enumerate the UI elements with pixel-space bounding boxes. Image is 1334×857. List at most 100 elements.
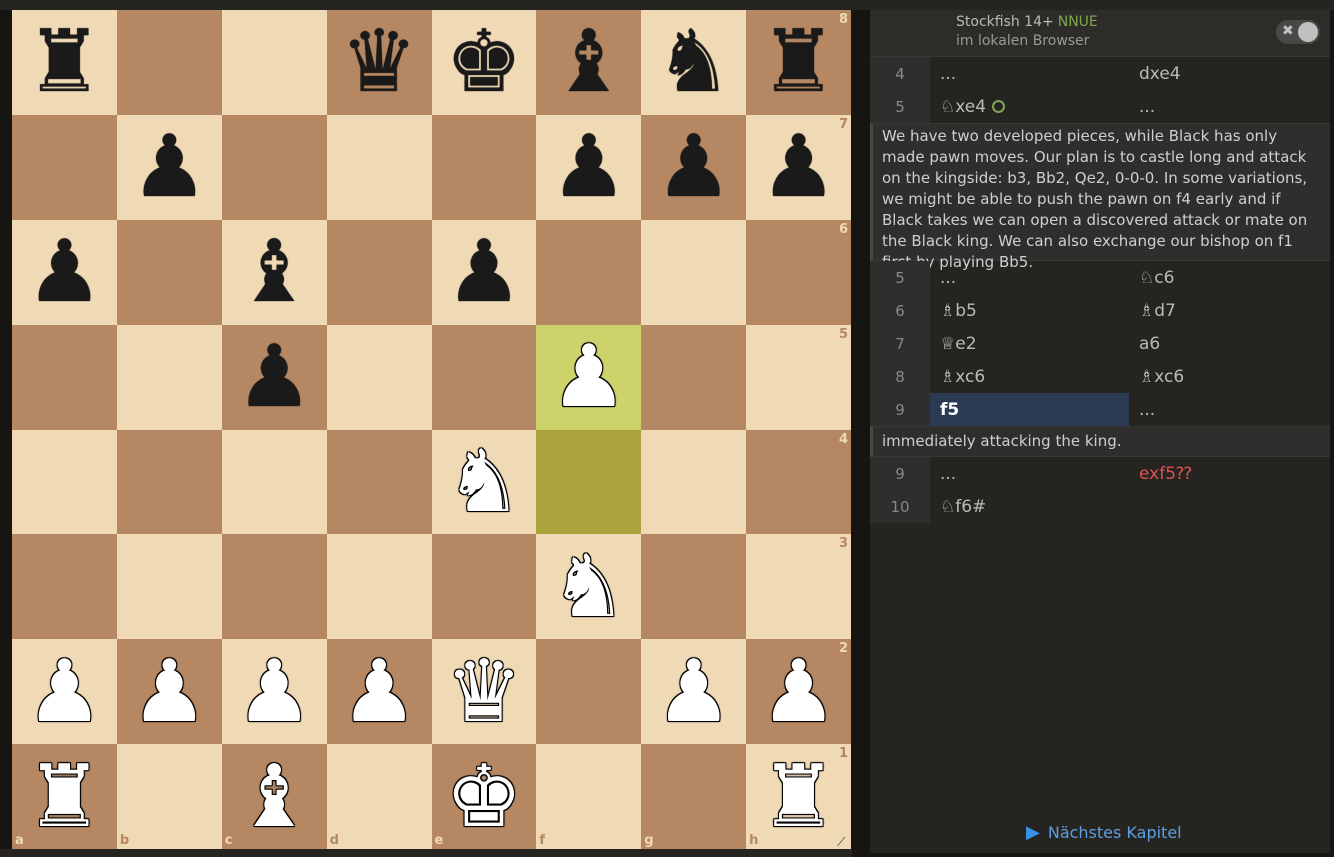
black-knight-icon[interactable]: ♞: [641, 10, 746, 115]
chess-board[interactable]: ♜ ♛ ♚ ♝ ♞ ♜ 8 ♟ ♟ ♟ ♟ 7 ♟ ♝ ♟ 6 ♟ ♟ 5 ♞ 4 ♞ 3 ♟ ♟ ♟ ♟ ♛ ♟ ♟ 2 ♜ a b ♝ c d ♚ e f…: [12, 10, 851, 849]
black-move[interactable]: [1129, 490, 1330, 523]
square-g3[interactable]: [641, 534, 747, 640]
white-pawn-icon[interactable]: ♟: [12, 639, 117, 744]
white-knight-icon[interactable]: ♞: [432, 430, 537, 535]
square-a1[interactable]: ♜ a: [12, 744, 117, 849]
white-pawn-icon[interactable]: ♟: [222, 639, 327, 744]
square-g5[interactable]: [641, 324, 747, 430]
black-pawn-icon[interactable]: ♟: [222, 325, 327, 430]
black-king-icon[interactable]: ♚: [432, 10, 537, 115]
square-f6[interactable]: [536, 219, 642, 325]
square-g4[interactable]: [641, 429, 747, 535]
white-move[interactable]: ...: [930, 57, 1129, 90]
white-move[interactable]: ♘f6#: [930, 490, 1129, 523]
white-king-icon[interactable]: ♚: [432, 744, 537, 849]
square-d4[interactable]: [326, 429, 432, 535]
black-pawn-icon[interactable]: ♟: [117, 115, 222, 220]
black-move[interactable]: ...: [1129, 90, 1330, 123]
square-h3[interactable]: 3: [746, 534, 851, 640]
square-h5[interactable]: 5: [746, 324, 851, 430]
black-pawn-icon[interactable]: ♟: [536, 115, 641, 220]
square-g1[interactable]: g: [641, 744, 747, 849]
square-a6[interactable]: ♟: [12, 219, 117, 325]
white-move[interactable]: f5: [930, 393, 1129, 426]
square-h1[interactable]: ♜ 1 h: [746, 744, 851, 849]
square-d3[interactable]: [326, 534, 432, 640]
white-move[interactable]: ♕e2: [930, 327, 1129, 360]
white-rook-icon[interactable]: ♜: [746, 744, 851, 849]
square-g6[interactable]: [641, 219, 747, 325]
black-rook-icon[interactable]: ♜: [746, 10, 851, 115]
square-h7[interactable]: ♟ 7: [746, 114, 851, 220]
white-pawn-icon[interactable]: ♟: [117, 639, 222, 744]
square-h6[interactable]: 6: [746, 219, 851, 325]
black-move[interactable]: ♗d7: [1129, 294, 1330, 327]
square-f1[interactable]: f: [536, 744, 642, 849]
square-d6[interactable]: [326, 219, 432, 325]
square-g2[interactable]: ♟: [641, 639, 747, 745]
black-pawn-icon[interactable]: ♟: [12, 220, 117, 325]
white-rook-icon[interactable]: ♜: [12, 744, 117, 849]
square-d5[interactable]: [326, 324, 432, 430]
square-e3[interactable]: [431, 534, 537, 640]
square-b2[interactable]: ♟: [116, 639, 222, 745]
square-b4[interactable]: [116, 429, 222, 535]
square-f4[interactable]: [536, 429, 642, 535]
square-d2[interactable]: ♟: [326, 639, 432, 745]
white-move[interactable]: ...: [930, 457, 1129, 490]
square-e5[interactable]: [431, 324, 537, 430]
white-pawn-icon[interactable]: ♟: [327, 639, 432, 744]
black-pawn-icon[interactable]: ♟: [641, 115, 746, 220]
square-g8[interactable]: ♞: [641, 10, 747, 115]
white-pawn-icon[interactable]: ♟: [536, 325, 641, 430]
square-h2[interactable]: ♟ 2: [746, 639, 851, 745]
next-chapter-button[interactable]: ▶ Nächstes Kapitel: [1026, 822, 1182, 843]
white-pawn-icon[interactable]: ♟: [641, 639, 746, 744]
square-b6[interactable]: [116, 219, 222, 325]
square-c6[interactable]: ♝: [221, 219, 327, 325]
square-e4[interactable]: ♞: [431, 429, 537, 535]
white-move[interactable]: ♘xe4: [930, 90, 1129, 123]
square-c8[interactable]: [221, 10, 327, 115]
square-d7[interactable]: [326, 114, 432, 220]
square-h8[interactable]: ♜ 8: [746, 10, 851, 115]
black-move[interactable]: ...: [1129, 393, 1330, 426]
square-e6[interactable]: ♟: [431, 219, 537, 325]
square-b7[interactable]: ♟: [116, 114, 222, 220]
square-f7[interactable]: ♟: [536, 114, 642, 220]
square-f8[interactable]: ♝: [536, 10, 642, 115]
black-queen-icon[interactable]: ♛: [327, 10, 432, 115]
square-b8[interactable]: [116, 10, 222, 115]
square-e2[interactable]: ♛: [431, 639, 537, 745]
black-rook-icon[interactable]: ♜: [12, 10, 117, 115]
square-g7[interactable]: ♟: [641, 114, 747, 220]
square-e8[interactable]: ♚: [431, 10, 537, 115]
white-knight-icon[interactable]: ♞: [536, 534, 641, 639]
square-a7[interactable]: [12, 114, 117, 220]
square-b1[interactable]: b: [116, 744, 222, 849]
square-e1[interactable]: ♚ e: [431, 744, 537, 849]
square-c1[interactable]: ♝ c: [221, 744, 327, 849]
square-d8[interactable]: ♛: [326, 10, 432, 115]
black-move[interactable]: exf5⁇: [1129, 457, 1330, 490]
white-pawn-icon[interactable]: ♟: [746, 639, 851, 744]
black-bishop-icon[interactable]: ♝: [536, 10, 641, 115]
square-f2[interactable]: [536, 639, 642, 745]
square-a2[interactable]: ♟: [12, 639, 117, 745]
black-pawn-icon[interactable]: ♟: [432, 220, 537, 325]
square-a4[interactable]: [12, 429, 117, 535]
square-e7[interactable]: [431, 114, 537, 220]
engine-toggle[interactable]: ✖: [1276, 20, 1320, 44]
square-a3[interactable]: [12, 534, 117, 640]
black-move[interactable]: a6: [1129, 327, 1330, 360]
white-move[interactable]: ♗b5: [930, 294, 1129, 327]
resize-handle-icon[interactable]: ⟋: [837, 835, 849, 849]
white-move[interactable]: ...: [930, 261, 1129, 294]
square-f3[interactable]: ♞: [536, 534, 642, 640]
board-grid[interactable]: ♜ ♛ ♚ ♝ ♞ ♜ 8 ♟ ♟ ♟ ♟ 7 ♟ ♝ ♟ 6 ♟ ♟ 5 ♞ 4 ♞ 3 ♟ ♟ ♟ ♟ ♛ ♟ ♟ 2 ♜ a b ♝ c d ♚ e f…: [12, 10, 851, 849]
square-c4[interactable]: [221, 429, 327, 535]
square-c3[interactable]: [221, 534, 327, 640]
square-a5[interactable]: [12, 324, 117, 430]
black-move[interactable]: dxe4: [1129, 57, 1330, 90]
square-c5[interactable]: ♟: [221, 324, 327, 430]
